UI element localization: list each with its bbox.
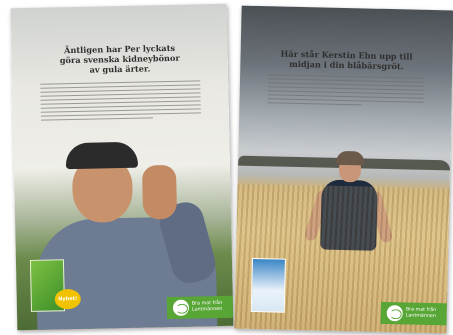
ad-poster-blueberry-porridge: Här står Kerstin Ebn upp till midjan i d… xyxy=(234,5,453,334)
brand-tag: Bra mat från Lantmännen xyxy=(380,301,447,326)
brand-tag-text: Bra mat från Lantmännen xyxy=(405,307,437,320)
body-copy xyxy=(267,74,425,109)
body-copy xyxy=(40,80,201,123)
brand-tag: Bra mat från Lantmännen xyxy=(166,295,234,320)
farmer-hair xyxy=(336,150,365,166)
brand-tag-text: Bra mat från Lantmännen xyxy=(191,300,223,313)
porridge-package-icon xyxy=(250,257,286,313)
poster-headline: Äntligen har Per lyckats göra svenska ki… xyxy=(11,42,228,77)
lantmannen-logo-icon xyxy=(172,299,190,316)
farmer-hand xyxy=(141,164,178,220)
ad-poster-kidney-beans: Äntligen har Per lyckats göra svenska ki… xyxy=(10,3,234,331)
poster-headline: Här står Kerstin Ebn upp till midjan i d… xyxy=(240,48,452,73)
lantmannen-logo-icon xyxy=(386,305,403,322)
farmer-cap xyxy=(65,141,139,170)
